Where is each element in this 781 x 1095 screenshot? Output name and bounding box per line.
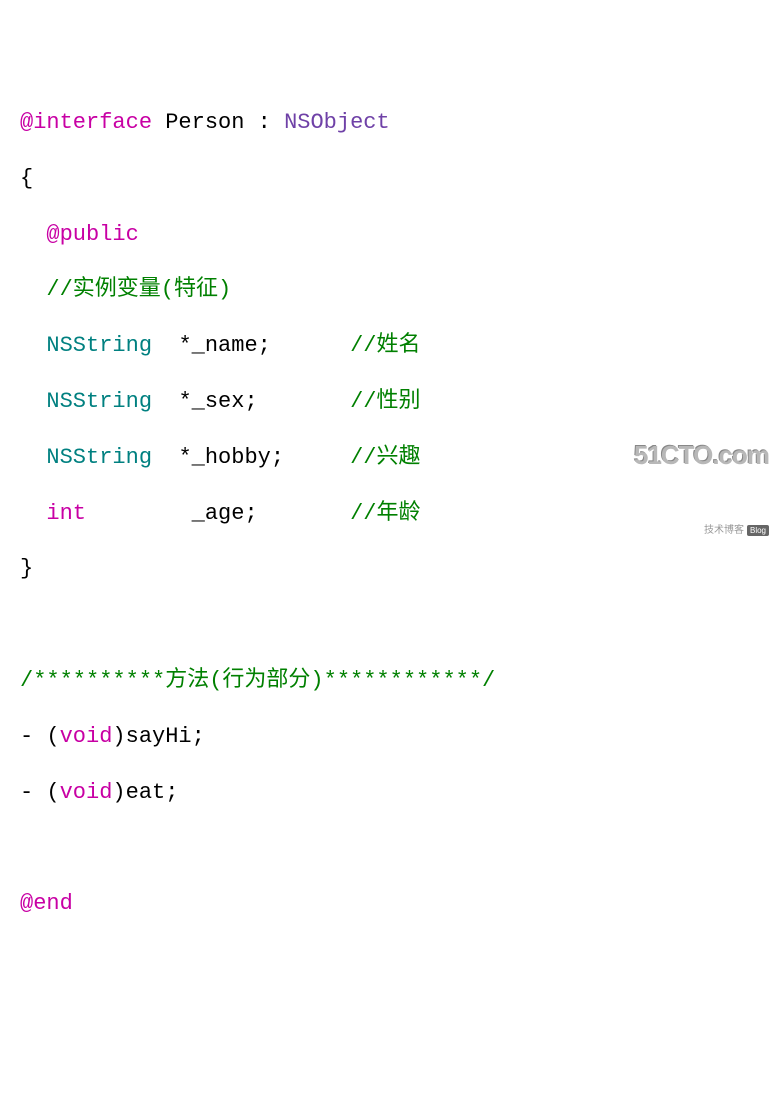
keyword-interface: @interface xyxy=(20,110,152,135)
code-line-1: @interface Person : NSObject xyxy=(20,108,761,139)
var-sex: *_sex; xyxy=(178,389,257,414)
comment-sex: //性别 xyxy=(350,389,420,414)
code-line-2: { xyxy=(20,164,761,195)
comment-methods: /**********方法(行为部分)************/ xyxy=(20,668,495,693)
superclass: NSObject xyxy=(284,110,390,135)
var-name: *_name; xyxy=(178,333,270,358)
method-eat: )eat; xyxy=(112,780,178,805)
code-line-10: /**********方法(行为部分)************/ xyxy=(20,666,761,697)
type-nsstring: NSString xyxy=(46,333,152,358)
close-brace: } xyxy=(20,556,33,581)
colon: : xyxy=(258,110,271,135)
code-line-13: @end xyxy=(20,889,761,920)
blank-line xyxy=(20,610,761,641)
method-prefix: - ( xyxy=(20,780,60,805)
type-nsstring: NSString xyxy=(46,389,152,414)
code-line-5: NSString *_name; //姓名 xyxy=(20,331,761,362)
code-line-4: //实例变量(特征) xyxy=(20,275,761,306)
watermark-sub: 技术博客Blog xyxy=(634,521,769,536)
var-hobby: *_hobby; xyxy=(178,445,284,470)
type-void: void xyxy=(60,724,113,749)
blank-line xyxy=(20,833,761,864)
type-int: int xyxy=(46,501,86,526)
watermark: 51CTO.com 技术博客Blog xyxy=(634,388,769,562)
comment-ivars: //实例变量(特征) xyxy=(46,277,231,302)
watermark-main: 51CTO.com xyxy=(634,440,769,471)
var-age: _age; xyxy=(192,501,258,526)
code-line-11: - (void)sayHi; xyxy=(20,722,761,753)
method-prefix: - ( xyxy=(20,724,60,749)
comment-age: //年龄 xyxy=(350,501,420,526)
method-sayhi: )sayHi; xyxy=(112,724,204,749)
code-line-12: - (void)eat; xyxy=(20,778,761,809)
type-nsstring: NSString xyxy=(46,445,152,470)
watermark-blog: Blog xyxy=(747,525,769,536)
keyword-public: @public xyxy=(46,222,138,247)
class-name: Person xyxy=(165,110,244,135)
open-brace: { xyxy=(20,166,33,191)
keyword-end: @end xyxy=(20,891,73,916)
comment-name: //姓名 xyxy=(350,333,420,358)
comment-hobby: //兴趣 xyxy=(350,445,420,470)
type-void: void xyxy=(60,780,113,805)
code-line-3: @public xyxy=(20,220,761,251)
